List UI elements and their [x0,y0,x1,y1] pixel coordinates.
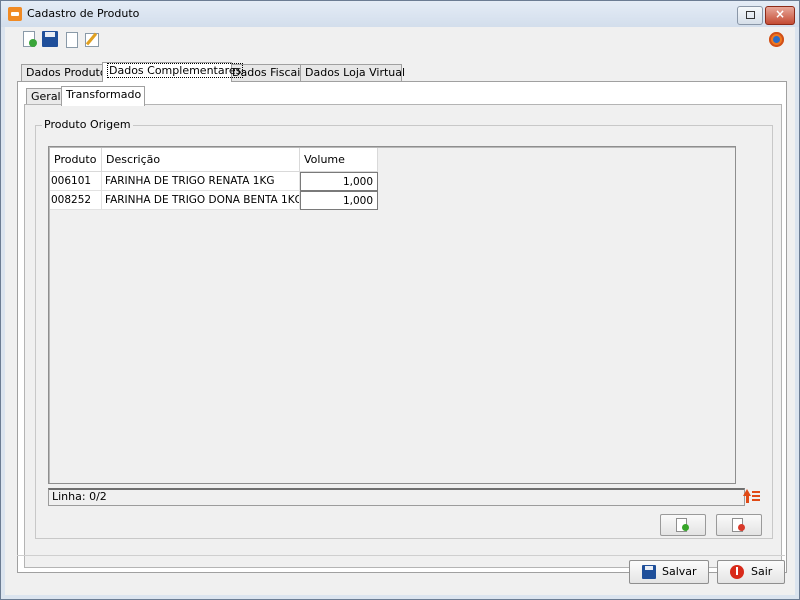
cell-volume-input[interactable]: 1,000 [300,191,378,210]
close-button[interactable]: × [765,6,795,25]
close-icon: × [775,7,786,21]
bottom-bar: Salvar Sair [17,555,785,586]
delete-row-button[interactable] [716,514,762,536]
tab-dados-complementares[interactable]: Dados Complementares [102,62,244,82]
group-label: Produto Origem [42,118,133,131]
table-row[interactable]: 006101 FARINHA DE TRIGO RENATA 1KG 1,000 [50,172,378,191]
cell-produto: 006101 [50,172,102,191]
tab-panel: Geral Transformado Produto Origem Produt… [17,81,787,573]
exit-button-label: Sair [751,565,773,578]
tab-label: Dados Complementares [107,63,244,78]
exit-icon [730,565,744,579]
cell-volume-input[interactable]: 1,000 [300,172,378,191]
subtab-transformado[interactable]: Transformado [61,86,145,106]
cell-produto: 008252 [50,191,102,210]
new-document-icon[interactable] [21,31,37,47]
remove-icon [738,524,745,531]
restore-button[interactable] [737,6,763,25]
sort-icon[interactable] [743,488,761,504]
produto-origem-group: Produto Origem Produto Descrição Volume … [35,118,773,539]
cell-descricao: FARINHA DE TRIGO DONA BENTA 1KG [102,191,300,210]
power-icon[interactable] [769,32,784,47]
save-button-label: Salvar [662,565,697,578]
subtab-panel: Produto Origem Produto Descrição Volume … [24,104,782,568]
app-icon [8,7,22,21]
table-row[interactable]: 008252 FARINHA DE TRIGO DONA BENTA 1KG 1… [50,191,378,210]
edit-icon[interactable] [84,31,100,47]
window: Cadastro de Produto × Dados Produto Dado… [0,0,800,600]
window-title: Cadastro de Produto [27,7,140,20]
column-header-volume[interactable]: Volume [300,148,378,172]
add-icon [682,524,689,531]
save-icon[interactable] [42,31,58,47]
add-row-button[interactable] [660,514,706,536]
exit-button[interactable]: Sair [717,560,785,584]
save-button[interactable]: Salvar [629,560,709,584]
tab-dados-loja-virtual[interactable]: Dados Loja Virtual [300,64,405,82]
products-grid[interactable]: Produto Descrição Volume 006101 FARINHA … [48,146,736,484]
save-icon [642,565,656,579]
title-bar[interactable]: Cadastro de Produto × [1,1,799,27]
client-area: Dados Produto Dados Complementares Dados… [5,27,795,595]
cell-descricao: FARINHA DE TRIGO RENATA 1KG [102,172,300,191]
copy-icon[interactable] [63,31,79,48]
grid-header: Produto Descrição Volume [50,148,378,172]
grid-status-bar: Linha: 0/2 [48,488,745,506]
column-header-descricao[interactable]: Descrição [102,148,300,172]
column-header-produto[interactable]: Produto [50,148,102,172]
